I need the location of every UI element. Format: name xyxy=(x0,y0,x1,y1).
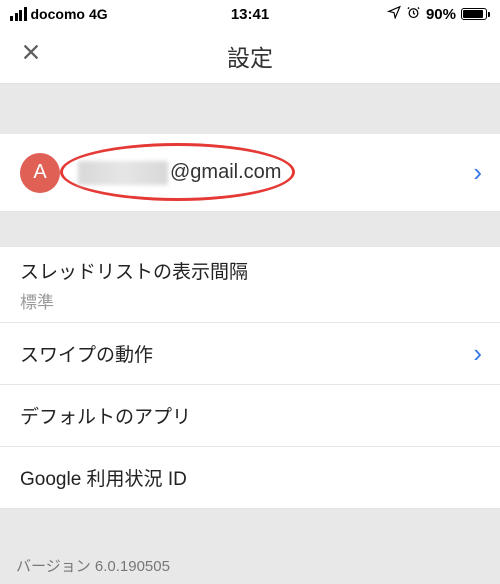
battery-icon xyxy=(461,8,490,20)
usage-id-row[interactable]: Google 利用状況 ID xyxy=(0,447,500,509)
avatar-initial: A xyxy=(33,161,46,184)
default-app-row[interactable]: デフォルトのアプリ xyxy=(0,385,500,447)
thread-density-row[interactable]: スレッドリストの表示間隔 標準 xyxy=(0,247,500,323)
email-wrap: @gmail.com xyxy=(78,161,281,185)
alarm-icon xyxy=(406,5,421,24)
page-title: 設定 xyxy=(227,39,273,73)
swipe-actions-row[interactable]: スワイプの動作 › xyxy=(0,323,500,385)
row-value: 標準 xyxy=(20,288,54,313)
row-label: デフォルトのアプリ xyxy=(20,402,191,429)
header: 設定 xyxy=(0,28,500,84)
clock: 13:41 xyxy=(231,6,269,23)
row-label: Google 利用状況 ID xyxy=(20,464,187,491)
status-right: 90% xyxy=(387,5,490,24)
signal-icon xyxy=(10,7,27,21)
section-gap xyxy=(0,84,500,134)
location-icon xyxy=(387,5,401,23)
chevron-right-icon: › xyxy=(473,157,482,188)
carrier-label: docomo xyxy=(31,6,85,22)
row-label: スワイプの動作 xyxy=(20,340,153,367)
version-footer: バージョン 6.0.190505 xyxy=(0,545,500,584)
email-suffix: @gmail.com xyxy=(170,161,281,184)
network-label: 4G xyxy=(89,6,108,22)
battery-pct: 90% xyxy=(426,6,456,23)
status-left: docomo 4G xyxy=(10,6,108,22)
row-label: スレッドリストの表示間隔 xyxy=(20,257,248,284)
close-icon[interactable] xyxy=(20,41,42,70)
redacted-email-local xyxy=(78,161,168,185)
section-gap xyxy=(0,212,500,247)
chevron-right-icon: › xyxy=(473,338,482,369)
version-text: バージョン 6.0.190505 xyxy=(16,558,170,575)
avatar: A xyxy=(20,153,60,193)
account-row[interactable]: A @gmail.com › xyxy=(0,134,500,212)
status-bar: docomo 4G 13:41 90% xyxy=(0,0,500,28)
